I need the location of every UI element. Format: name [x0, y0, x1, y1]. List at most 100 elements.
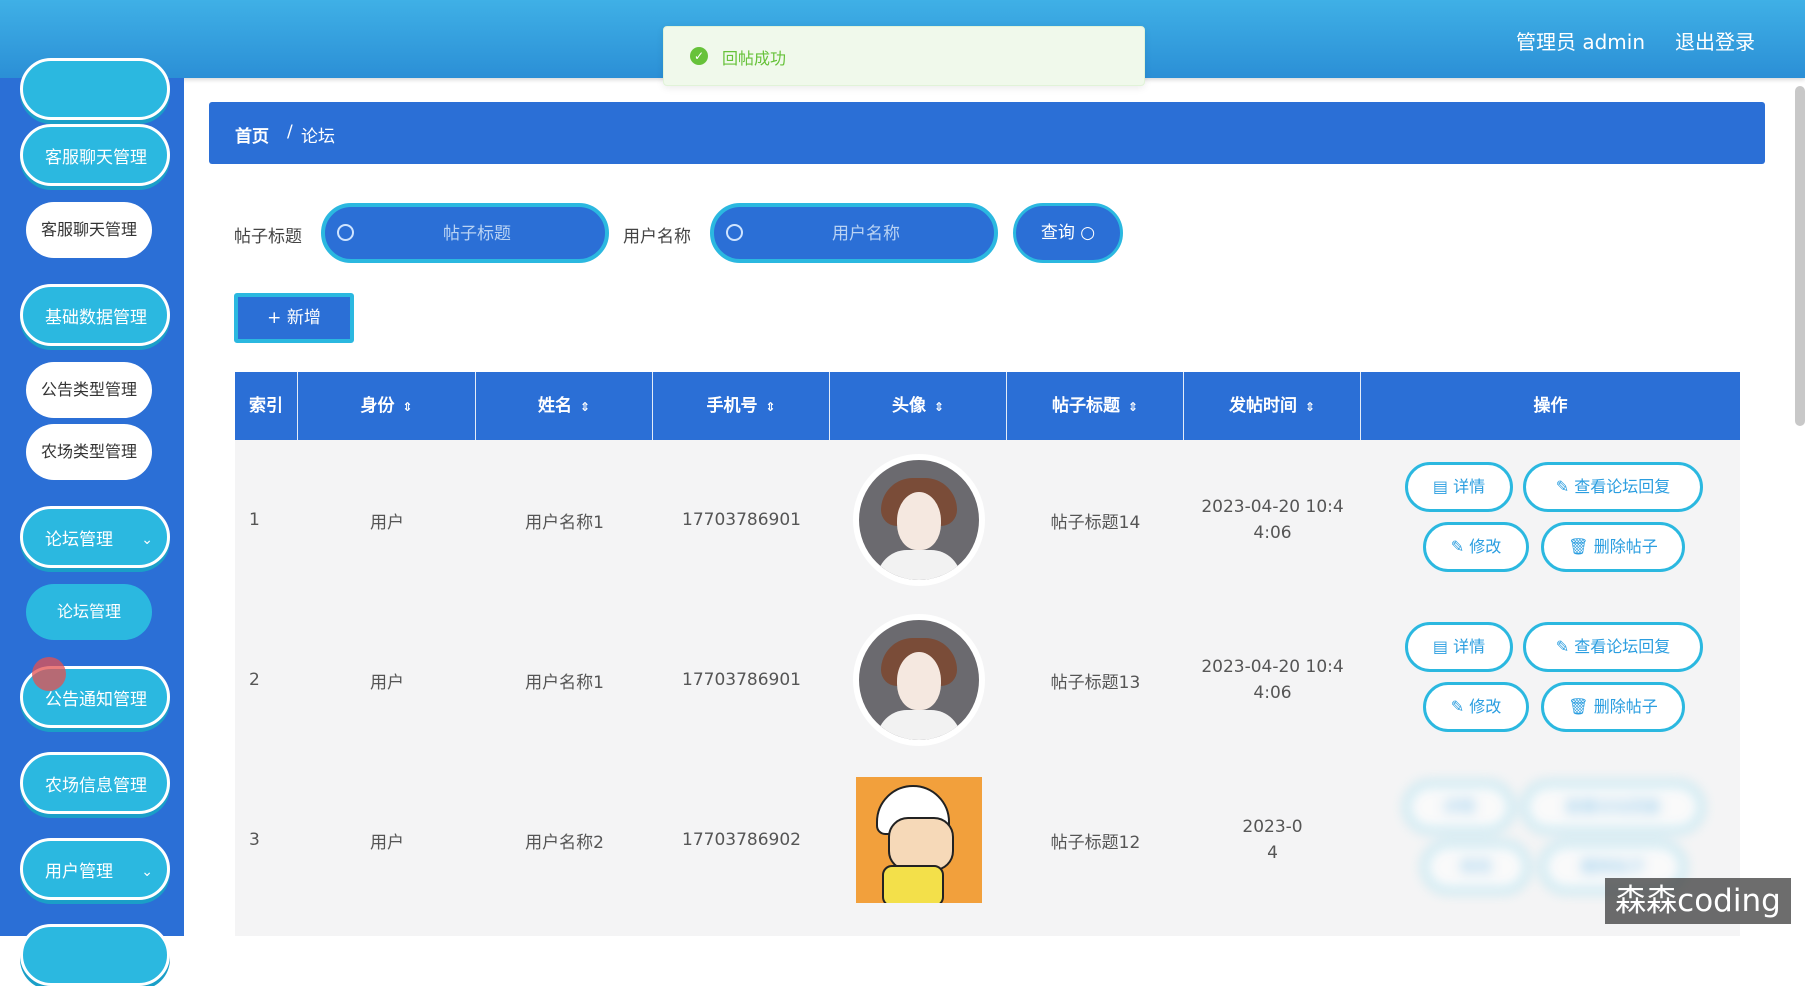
query-label: 查询 [1040, 223, 1075, 243]
sidebar-item-farm-type[interactable]: 农场类型管理 [26, 424, 152, 480]
user-name-input[interactable] [754, 217, 978, 251]
cell-avatar [830, 440, 1007, 600]
watermark: 森森coding [1605, 878, 1791, 924]
cell-name: 用户名称1 [525, 672, 604, 693]
column-header-name[interactable]: 姓名 ⇕ [476, 372, 653, 440]
avatar [852, 614, 985, 746]
document-icon: ▤ [1432, 477, 1454, 496]
check-circle-icon: ✓ [690, 47, 708, 65]
breadcrumb: 首页 / 论坛 [209, 102, 1765, 164]
cell-post-time: 2023-04-20 10:4 4:06 [1184, 440, 1361, 600]
column-header-index: 索引 [235, 372, 298, 440]
cell-name: 用户名称1 [525, 512, 604, 533]
cell-post-title: 帖子标题14 [1050, 512, 1141, 533]
sidebar-item-notice-type[interactable]: 公告类型管理 [26, 362, 152, 418]
post-time-line1: 2023-0 [1242, 817, 1303, 837]
sort-icon[interactable]: ⇕ [1305, 400, 1315, 414]
sidebar-group-base-data[interactable]: 基础数据管理 [20, 284, 170, 346]
column-header-avatar[interactable]: 头像 ⇕ [830, 372, 1007, 440]
user-name-search[interactable] [710, 203, 998, 263]
sidebar-group-user[interactable]: 用户管理 ⌄ [20, 838, 170, 900]
trash-icon: 🗑 [1568, 697, 1594, 716]
breadcrumb-home[interactable]: 首页 [235, 122, 269, 147]
mouse-cursor-indicator [32, 657, 66, 691]
delete-post-button[interactable]: 🗑 删除帖子 [1541, 682, 1685, 732]
search-icon [337, 224, 354, 241]
delete-post-button[interactable]: 🗑 删除帖子 [1541, 522, 1685, 572]
detail-button[interactable]: ▤ 详情 [1405, 622, 1513, 672]
cell-index: 1 [249, 510, 260, 530]
cell-index: 2 [249, 670, 260, 690]
search-icon [726, 224, 743, 241]
sidebar-item-label: 客服聊天管理 [45, 148, 147, 168]
cell-name: 用户名称2 [525, 832, 604, 853]
column-header-phone[interactable]: 手机号 ⇕ [653, 372, 830, 440]
post-title-search[interactable] [321, 203, 609, 263]
logout-link[interactable]: 退出登录 [1675, 26, 1755, 55]
cell-phone: 17703786901 [682, 510, 801, 530]
edit-icon: ✎ [1450, 537, 1470, 556]
detail-button[interactable]: ▤ 详情 [1405, 462, 1513, 512]
sort-icon[interactable]: ⇕ [402, 400, 412, 414]
cell-index: 3 [249, 830, 260, 850]
admin-label: 管理员 admin [1515, 30, 1645, 54]
cell-identity: 用户 [370, 672, 404, 693]
add-button[interactable]: + 新增 [234, 293, 354, 343]
sidebar-item-forum[interactable]: 论坛管理 [26, 584, 152, 640]
cell-avatar [830, 760, 1007, 920]
edit-icon: ✎ [1555, 637, 1575, 656]
cell-phone: 17703786901 [682, 670, 801, 690]
trash-icon: 🗑 [1568, 537, 1594, 556]
document-icon: ▤ [1432, 637, 1454, 656]
edit-button[interactable]: ✎ 修改 [1423, 522, 1529, 572]
avatar [852, 454, 985, 586]
sidebar-item-customer-chat[interactable]: 客服聊天管理 [26, 202, 152, 258]
edit-button[interactable]: 修改 [1423, 842, 1529, 892]
table-row: 2 用户 用户名称1 17703786901 帖子标题13 2023-04-20… [235, 600, 1740, 760]
search-icon: ○ [1080, 223, 1096, 243]
sidebar-group-partial-bottom[interactable] [20, 924, 170, 986]
cell-post-title: 帖子标题12 [1050, 832, 1141, 853]
view-replies-button[interactable]: ✎ 查看论坛回复 [1523, 462, 1703, 512]
query-button[interactable]: 查询 ○ [1013, 203, 1123, 263]
post-time-line2: 4:06 [1253, 523, 1292, 543]
sidebar-group-partial[interactable] [20, 58, 170, 120]
sidebar-group-forum[interactable]: 论坛管理 ⌄ [20, 506, 170, 568]
detail-button[interactable]: 详情 [1405, 782, 1513, 832]
sidebar-item-label: 用户管理 [45, 862, 113, 882]
sort-icon[interactable]: ⇕ [934, 400, 944, 414]
success-toast: ✓ 回帖成功 [663, 26, 1145, 86]
edit-icon: ✎ [1450, 697, 1470, 716]
cell-identity: 用户 [370, 512, 404, 533]
sidebar-group-farm-info[interactable]: 农场信息管理 [20, 752, 170, 814]
table-header: 索引 身份 ⇕ 姓名 ⇕ 手机号 ⇕ 头像 ⇕ 帖子标题 ⇕ 发帖时间 ⇕ 操作 [235, 372, 1740, 440]
post-time-line2: 4:06 [1253, 683, 1292, 703]
cell-post-time: 2023-0 4 [1184, 760, 1361, 920]
edit-button[interactable]: ✎ 修改 [1423, 682, 1529, 732]
column-header-post-title[interactable]: 帖子标题 ⇕ [1007, 372, 1184, 440]
sidebar-item-label: 公告通知管理 [45, 690, 147, 710]
column-header-post-time[interactable]: 发帖时间 ⇕ [1184, 372, 1361, 440]
column-header-identity[interactable]: 身份 ⇕ [298, 372, 476, 440]
chevron-down-icon: ⌄ [141, 532, 153, 548]
sidebar: 客服聊天管理 客服聊天管理 基础数据管理 公告类型管理 农场类型管理 论坛管理 … [0, 58, 184, 986]
breadcrumb-current: 论坛 [301, 127, 335, 147]
post-time-line1: 2023-04-20 10:4 [1201, 657, 1344, 677]
sort-icon[interactable]: ⇕ [1128, 400, 1138, 414]
view-replies-button[interactable]: 查看论坛回复 [1523, 782, 1703, 832]
sidebar-group-customer-chat[interactable]: 客服聊天管理 [20, 124, 170, 186]
user-name-label: 用户名称 [623, 227, 691, 247]
breadcrumb-separator: / [287, 122, 293, 142]
cell-post-time: 2023-04-20 10:4 4:06 [1184, 600, 1361, 760]
post-time-line2: 4 [1267, 843, 1278, 863]
view-replies-button[interactable]: ✎ 查看论坛回复 [1523, 622, 1703, 672]
sidebar-item-label: 农场信息管理 [45, 776, 147, 796]
chevron-down-icon: ⌄ [141, 864, 153, 880]
scrollbar[interactable] [1795, 86, 1805, 426]
sort-icon[interactable]: ⇕ [765, 400, 775, 414]
post-title-input[interactable] [365, 217, 589, 251]
edit-icon: ✎ [1555, 477, 1575, 496]
post-time-line1: 2023-04-20 10:4 [1201, 497, 1344, 517]
avatar [855, 777, 982, 903]
sort-icon[interactable]: ⇕ [580, 400, 590, 414]
